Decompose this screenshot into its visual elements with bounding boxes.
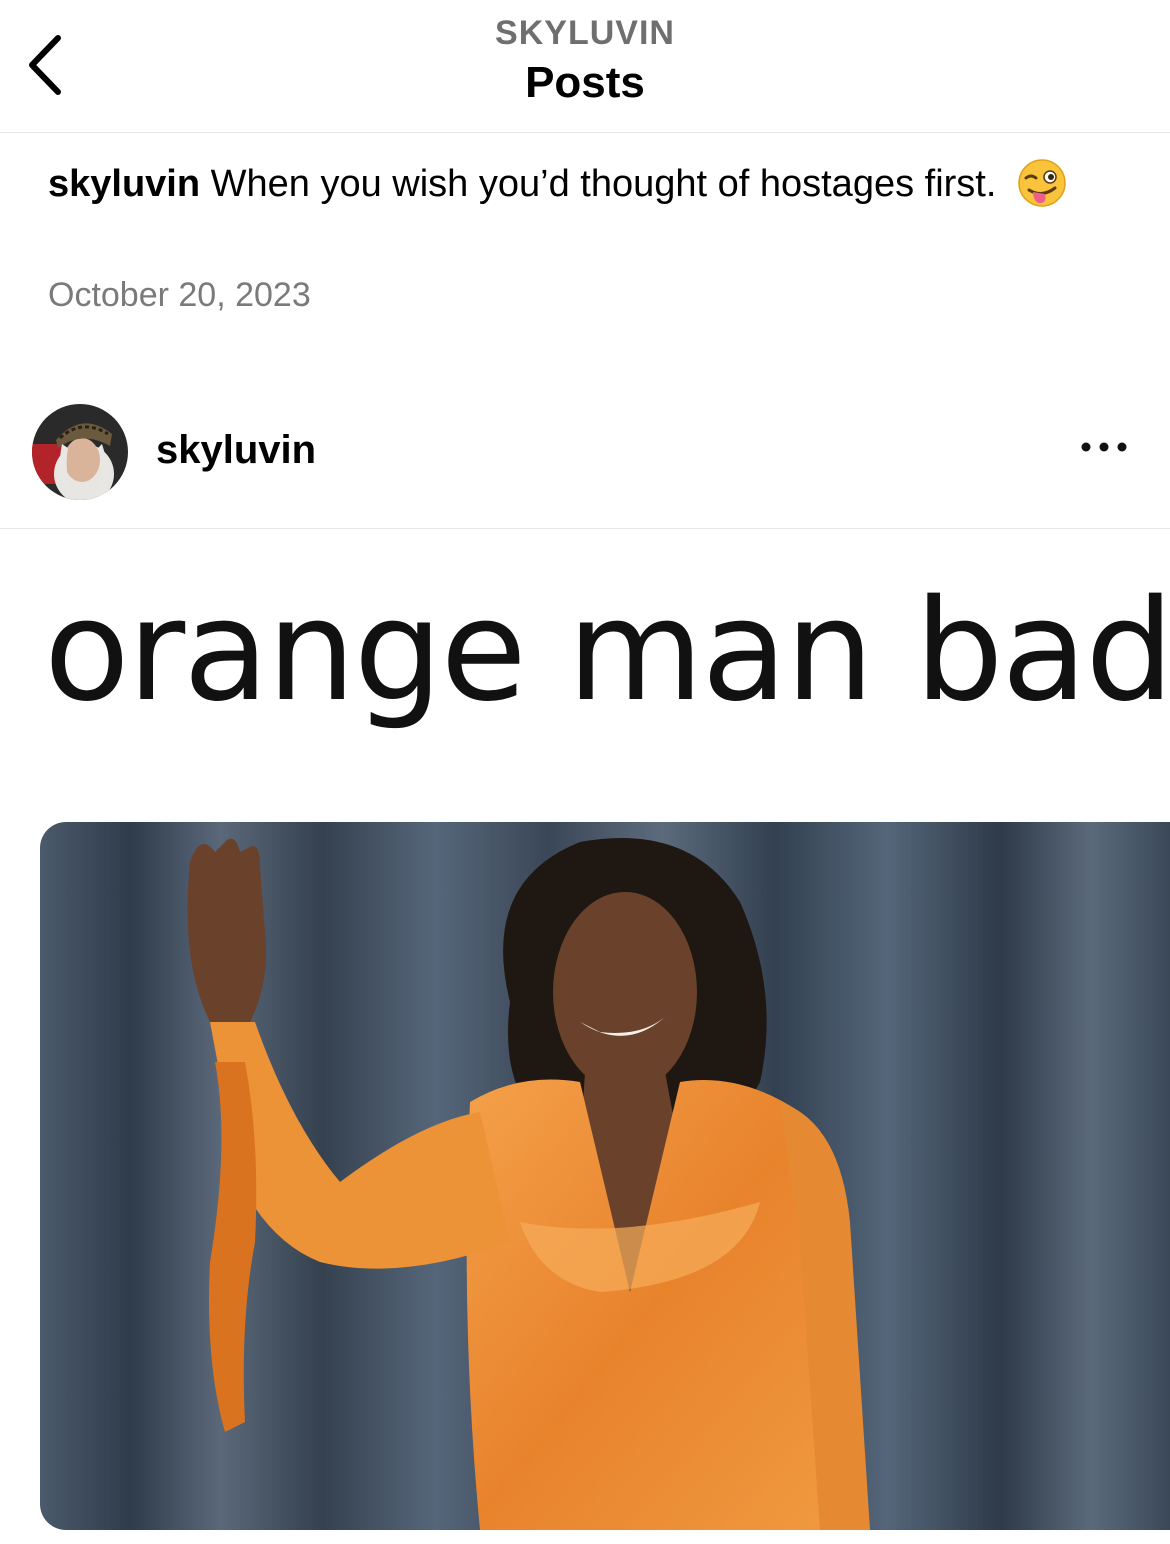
header-account-name: SKYLUVIN [495, 14, 675, 52]
meme-caption: orange man bad [44, 570, 1170, 733]
meme-photo [40, 822, 1170, 1530]
post-caption: skyluvin When you wish you’d thought of … [48, 158, 1128, 208]
post-username[interactable]: skyluvin [156, 428, 316, 473]
top-bar: SKYLUVIN Posts [0, 0, 1170, 133]
post-header: skyluvin [0, 400, 1170, 529]
caption-username[interactable]: skyluvin [48, 163, 200, 205]
winking-face-with-tongue-icon [1018, 159, 1066, 207]
page-title: Posts [525, 58, 645, 107]
caption-text: When you wish you’d thought of hostages … [200, 163, 997, 205]
more-horizontal-icon[interactable] [1078, 434, 1130, 460]
post-date: October 20, 2023 [48, 276, 311, 314]
avatar[interactable] [32, 404, 128, 500]
